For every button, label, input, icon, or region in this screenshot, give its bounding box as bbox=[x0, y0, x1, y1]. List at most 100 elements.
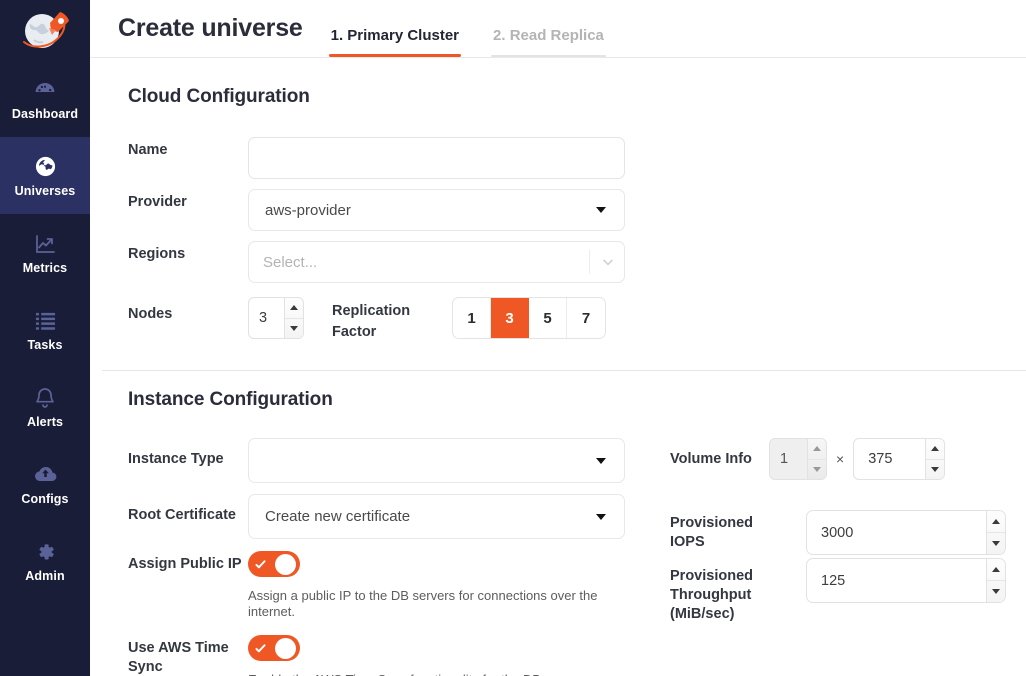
provisioned-iops-stepper[interactable]: 3000 bbox=[806, 510, 1006, 555]
replication-factor-label-line1: Replication bbox=[332, 301, 452, 322]
globe-icon bbox=[32, 154, 58, 180]
provisioned-iops-value: 3000 bbox=[807, 511, 986, 554]
nodes-stepper[interactable]: 3 bbox=[248, 297, 304, 339]
sidebar-item-configs[interactable]: Configs bbox=[0, 445, 90, 522]
triangle-down-icon bbox=[931, 467, 939, 472]
volume-size-spin-buttons bbox=[925, 439, 944, 479]
check-icon bbox=[254, 558, 267, 571]
triangle-down-icon bbox=[290, 326, 298, 331]
sidebar-item-dashboard[interactable]: Dashboard bbox=[0, 60, 90, 137]
volume-size-value: 375 bbox=[854, 439, 925, 479]
provisioned-throughput-label-line3: (MiB/sec) bbox=[670, 605, 788, 624]
root-certificate-label: Root Certificate bbox=[128, 494, 248, 525]
provisioned-iops-decrement-button[interactable] bbox=[987, 532, 1005, 554]
instance-left-column: Instance Type Root Certificate Create ne… bbox=[128, 438, 655, 676]
sidebar-item-label: Admin bbox=[25, 570, 64, 583]
assign-public-ip-help: Assign a public IP to the DB servers for… bbox=[248, 588, 625, 620]
provisioned-throughput-row: Provisioned Throughput (MiB/sec) 125 bbox=[670, 558, 1006, 624]
regions-select[interactable]: Select... bbox=[248, 241, 625, 283]
instance-right-column: Volume Info 1 × 375 bbox=[655, 438, 1006, 676]
form-content: Cloud Configuration Name Provider aws-pr… bbox=[90, 58, 1026, 676]
wizard-tabs: 1. Primary Cluster 2. Read Replica bbox=[329, 28, 636, 57]
nodes-increment-button[interactable] bbox=[285, 298, 303, 318]
gear-icon bbox=[32, 539, 58, 565]
name-label: Name bbox=[128, 137, 248, 160]
replication-factor-option-5[interactable]: 5 bbox=[529, 298, 567, 338]
volume-count-stepper[interactable]: 1 bbox=[769, 438, 827, 480]
app-logo[interactable] bbox=[0, 0, 90, 60]
dashboard-gauge-icon bbox=[32, 77, 58, 103]
use-aws-time-sync-row: Use AWS Time Sync bbox=[128, 635, 655, 676]
sidebar: Dashboard Universes Metrics bbox=[0, 0, 90, 676]
volume-count-increment-button[interactable] bbox=[808, 439, 826, 459]
sidebar-item-alerts[interactable]: Alerts bbox=[0, 368, 90, 445]
sidebar-item-label: Tasks bbox=[27, 339, 62, 352]
sidebar-item-tasks[interactable]: Tasks bbox=[0, 291, 90, 368]
nodes-value: 3 bbox=[249, 298, 284, 338]
sidebar-item-label: Metrics bbox=[23, 262, 67, 275]
replication-factor-option-7[interactable]: 7 bbox=[567, 298, 605, 338]
instance-configuration-section: Instance Configuration Instance Type bbox=[90, 371, 1026, 676]
tab-read-replica[interactable]: 2. Read Replica bbox=[491, 28, 606, 57]
triangle-down-icon bbox=[992, 589, 1000, 594]
provisioned-throughput-label-line2: Throughput bbox=[670, 586, 788, 605]
assign-public-ip-toggle[interactable] bbox=[248, 551, 300, 577]
regions-label: Regions bbox=[128, 241, 248, 264]
instance-type-label: Instance Type bbox=[128, 438, 248, 469]
provisioned-iops-increment-button[interactable] bbox=[987, 511, 1005, 532]
replication-factor-group: 1 3 5 7 bbox=[452, 297, 606, 339]
chevron-down-icon bbox=[596, 514, 606, 520]
provisioned-throughput-stepper[interactable]: 125 bbox=[806, 558, 1006, 603]
sidebar-item-universes[interactable]: Universes bbox=[0, 137, 90, 214]
list-icon bbox=[32, 308, 58, 334]
toggle-knob bbox=[275, 554, 296, 575]
root-certificate-row: Root Certificate Create new certificate bbox=[128, 494, 655, 539]
page-title: Create universe bbox=[118, 16, 303, 57]
volume-count-decrement-button[interactable] bbox=[808, 459, 826, 480]
provisioned-throughput-label-line1: Provisioned bbox=[670, 567, 788, 586]
tab-label: 2. Read Replica bbox=[493, 27, 604, 44]
instance-columns: Instance Type Root Certificate Create ne… bbox=[128, 438, 1006, 676]
provisioned-throughput-decrement-button[interactable] bbox=[987, 580, 1005, 602]
provisioned-throughput-increment-button[interactable] bbox=[987, 559, 1005, 580]
triangle-up-icon bbox=[931, 446, 939, 451]
provider-row: Provider aws-provider bbox=[128, 189, 1006, 231]
sidebar-item-label: Alerts bbox=[27, 416, 63, 429]
volume-count-spin-buttons bbox=[807, 439, 826, 479]
sidebar-item-admin[interactable]: Admin bbox=[0, 522, 90, 599]
cloud-configuration-heading: Cloud Configuration bbox=[128, 86, 1006, 108]
replication-factor-option-3[interactable]: 3 bbox=[491, 298, 529, 338]
use-aws-time-sync-toggle[interactable] bbox=[248, 635, 300, 661]
triangle-up-icon bbox=[992, 519, 1000, 524]
nodes-label: Nodes bbox=[128, 293, 248, 324]
regions-placeholder: Select... bbox=[263, 254, 589, 271]
sidebar-item-metrics[interactable]: Metrics bbox=[0, 214, 90, 291]
provider-select[interactable]: aws-provider bbox=[248, 189, 625, 231]
volume-size-decrement-button[interactable] bbox=[926, 459, 944, 480]
name-input[interactable] bbox=[248, 137, 625, 179]
volume-info-label: Volume Info bbox=[670, 450, 755, 469]
volume-info-row: Volume Info 1 × 375 bbox=[670, 438, 1006, 480]
replication-factor-label-line2: Factor bbox=[332, 322, 452, 343]
instance-type-row: Instance Type bbox=[128, 438, 655, 483]
replication-factor-label: Replication Factor bbox=[332, 293, 452, 343]
use-aws-time-sync-label: Use AWS Time Sync bbox=[128, 635, 248, 676]
bell-icon bbox=[32, 385, 58, 411]
instance-type-select[interactable] bbox=[248, 438, 625, 483]
root-certificate-select[interactable]: Create new certificate bbox=[248, 494, 625, 539]
provisioned-throughput-label: Provisioned Throughput (MiB/sec) bbox=[670, 558, 788, 624]
provisioned-iops-label: Provisioned IOPS bbox=[670, 514, 788, 552]
triangle-up-icon bbox=[290, 305, 298, 310]
replication-factor-option-1[interactable]: 1 bbox=[453, 298, 491, 338]
triangle-up-icon bbox=[813, 446, 821, 451]
volume-size-increment-button[interactable] bbox=[926, 439, 944, 459]
main-panel: Create universe 1. Primary Cluster 2. Re… bbox=[90, 0, 1026, 676]
volume-size-stepper[interactable]: 375 bbox=[853, 438, 945, 480]
sidebar-item-label: Configs bbox=[21, 493, 68, 506]
nodes-decrement-button[interactable] bbox=[285, 318, 303, 339]
volume-count-value: 1 bbox=[770, 439, 807, 479]
use-aws-time-sync-label-line1: Use AWS Time bbox=[128, 639, 248, 658]
provisioned-throughput-value: 125 bbox=[807, 559, 986, 602]
instance-configuration-heading: Instance Configuration bbox=[128, 389, 1006, 411]
tab-primary-cluster[interactable]: 1. Primary Cluster bbox=[329, 28, 461, 57]
